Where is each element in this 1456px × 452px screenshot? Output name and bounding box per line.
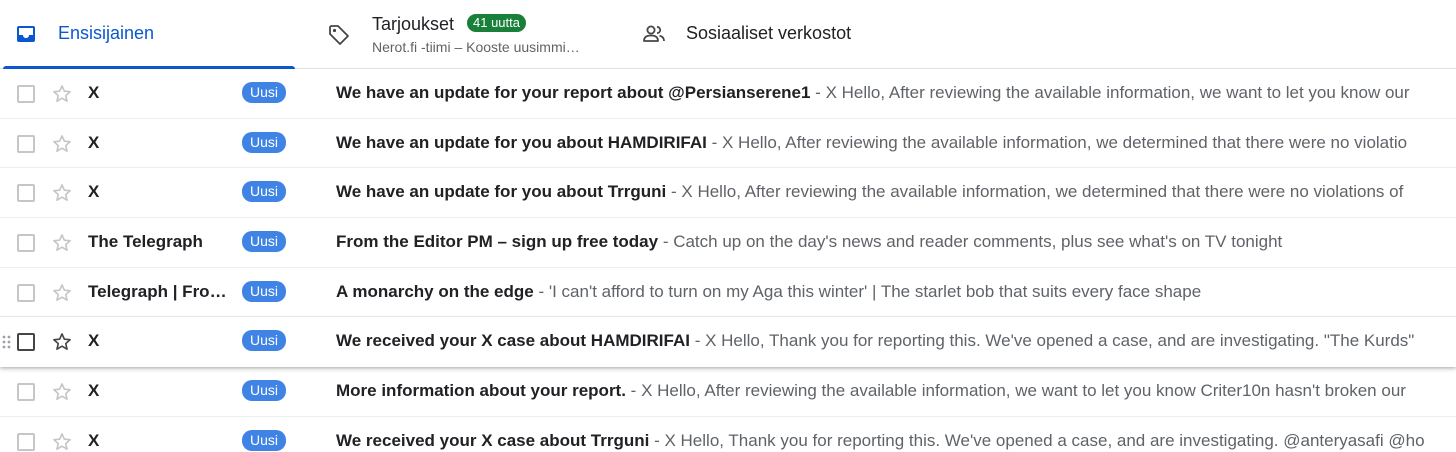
sender-name: X: [88, 331, 100, 351]
message-preview: We received your X case about Trrguni - …: [336, 431, 1456, 451]
star-icon[interactable]: [51, 331, 73, 353]
message-subject: We have an update for you about HAMDIRIF…: [336, 132, 707, 152]
message-preview: We have an update for you about Trrguni …: [336, 182, 1456, 202]
message-preview: More information about your report. - X …: [336, 381, 1456, 401]
message-preview: From the Editor PM – sign up free today …: [336, 232, 1456, 252]
select-checkbox[interactable]: [17, 234, 35, 253]
select-checkbox[interactable]: [17, 283, 35, 302]
select-checkbox[interactable]: [17, 134, 35, 153]
new-label-badge: Uusi: [242, 380, 287, 402]
tab-social-label: Sosiaaliset verkostot: [686, 23, 852, 43]
message-subject: We received your X case about Trrguni: [336, 430, 650, 450]
star-icon[interactable]: [51, 431, 73, 452]
message-list: X Uusi We have an update for your report a…: [0, 69, 1456, 452]
sender-name: X: [88, 83, 100, 102]
tab-promotions-label: Tarjoukset: [372, 14, 455, 34]
message-preview: We have an update for your report about …: [336, 83, 1456, 103]
inbox-icon: [17, 26, 35, 42]
star-icon[interactable]: [51, 232, 73, 254]
sender-name: Telegraph | Fro…: [88, 281, 227, 301]
message-subject: We received your X case about HAMDIRIFAI: [336, 331, 690, 351]
select-checkbox[interactable]: [17, 184, 35, 203]
message-row[interactable]: X Uusi We have an update for you about HAM…: [0, 119, 1456, 169]
people-icon: [643, 25, 665, 42]
tab-promotions[interactable]: Tarjoukset 41 uutta Nerot.fi -tiimi – Ko…: [300, 0, 620, 68]
message-row[interactable]: X Uusi We have an update for you about Trr…: [0, 168, 1456, 219]
subject-separator: -: [649, 430, 665, 450]
sender-name: X: [88, 381, 100, 401]
message-row[interactable]: The Telegraph Uusi From the Editor PM – si…: [0, 218, 1456, 268]
message-preview: We received your X case about HAMDIRIFAI…: [336, 331, 1456, 351]
subject-separator: -: [666, 182, 682, 202]
subject-separator: -: [533, 281, 549, 301]
select-checkbox[interactable]: [17, 383, 35, 402]
subject-separator: -: [810, 83, 826, 102]
subject-separator: -: [689, 331, 706, 351]
tab-social[interactable]: Sosiaaliset verkostot: [630, 0, 930, 68]
new-label-badge: Uusi: [242, 82, 287, 103]
message-subject: From the Editor PM – sign up free today: [336, 232, 659, 252]
message-snippet: 'I can't afford to turn on my Aga this w…: [548, 281, 1202, 301]
message-row[interactable]: Telegraph | Fro… Uusi A monarchy on the ed…: [0, 268, 1456, 318]
new-count-badge: 41 uutta: [467, 14, 526, 32]
message-snippet: X Hello, Thank you for reporting this. W…: [664, 430, 1425, 450]
sender-name: X: [88, 430, 100, 450]
message-preview: A monarchy on the edge - 'I can't afford…: [336, 282, 1456, 302]
star-icon[interactable]: [51, 133, 73, 155]
star-icon[interactable]: [51, 282, 73, 304]
message-subject: We have an update for your report about …: [336, 83, 811, 102]
message-subject: We have an update for you about Trrguni: [336, 182, 667, 202]
message-snippet: X Hello, After reviewing the available i…: [722, 132, 1408, 152]
select-checkbox[interactable]: [17, 432, 35, 451]
tab-primary[interactable]: Ensisijainen: [0, 0, 296, 69]
message-subject: More information about your report.: [336, 381, 626, 401]
new-label-badge: Uusi: [242, 429, 287, 451]
message-row[interactable]: X Uusi We received your X case about HAMDI…: [0, 317, 1456, 367]
tag-icon: [329, 25, 349, 45]
message-snippet: X Hello, After reviewing the available i…: [641, 381, 1406, 401]
sender-name: X: [88, 182, 100, 202]
new-label-badge: Uusi: [242, 231, 287, 253]
star-icon[interactable]: [51, 381, 73, 403]
message-snippet: X Hello, After reviewing the available i…: [681, 182, 1404, 202]
select-checkbox[interactable]: [17, 333, 35, 352]
new-label-badge: Uusi: [242, 280, 287, 302]
subject-separator: -: [625, 381, 642, 401]
sender-name: The Telegraph: [88, 232, 203, 252]
message-row[interactable]: X Uusi We received your X case about Trrgu…: [0, 417, 1456, 452]
tab-promotions-preview: Nerot.fi -tiimi – Kooste uusimmi…: [372, 39, 580, 55]
new-label-badge: Uusi: [242, 131, 287, 153]
message-preview: We have an update for you about HAMDIRIF…: [336, 133, 1456, 153]
message-row[interactable]: X Uusi We have an update for your report a…: [0, 69, 1456, 119]
drag-handle-icon[interactable]: [2, 334, 12, 350]
tab-primary-label: Ensisijainen: [58, 23, 155, 43]
inbox-tabs: Ensisijainen Tarjoukset 41 uutta Nerot.f…: [0, 0, 1456, 69]
subject-separator: -: [706, 132, 722, 152]
sender-name: X: [88, 132, 100, 152]
select-checkbox[interactable]: [17, 85, 35, 103]
message-subject: A monarchy on the edge: [336, 281, 534, 301]
star-icon[interactable]: [51, 83, 73, 105]
new-label-badge: Uusi: [242, 181, 287, 203]
new-label-badge: Uusi: [242, 330, 287, 352]
message-row[interactable]: X Uusi More information about your report.…: [0, 367, 1456, 417]
subject-separator: -: [658, 232, 674, 252]
message-snippet: X Hello, Thank you for reporting this. W…: [705, 331, 1415, 351]
message-snippet: X Hello, After reviewing the available i…: [825, 83, 1410, 102]
message-snippet: Catch up on the day's news and reader co…: [673, 232, 1283, 252]
star-icon[interactable]: [51, 182, 73, 204]
